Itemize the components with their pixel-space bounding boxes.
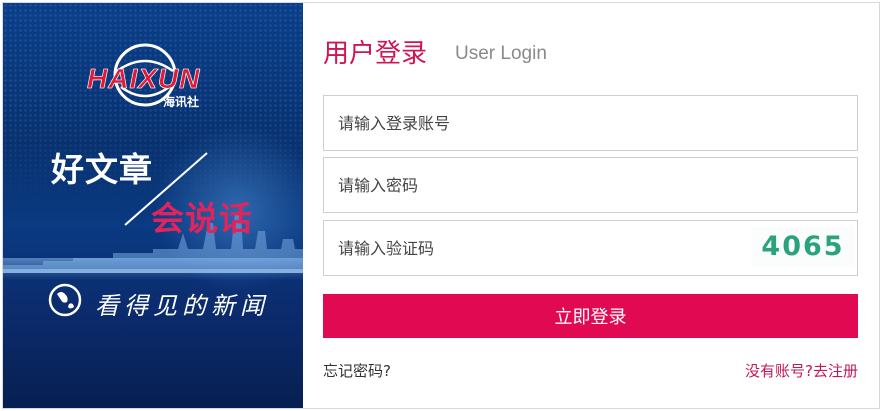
captcha-field[interactable]: 4065	[323, 220, 858, 276]
login-dialog: HAIXUN 海讯社 好文章 会说话 看得见的新闻 用户登录 User Logi…	[2, 2, 880, 409]
register-prompt-text: 没有账号?	[745, 362, 813, 380]
password-field[interactable]	[323, 157, 858, 213]
promo-banner: HAIXUN 海讯社 好文章 会说话 看得见的新闻	[3, 3, 303, 408]
login-subtitle: User Login	[455, 43, 547, 64]
login-button[interactable]: 立即登录	[323, 294, 858, 338]
haixun-logo: HAIXUN 海讯社	[85, 41, 225, 111]
login-title: 用户登录	[323, 39, 428, 69]
logo-subtitle: 海讯社	[163, 95, 200, 109]
logo-wordmark: HAIXUN	[87, 63, 201, 95]
register-link[interactable]: 去注册	[813, 362, 858, 380]
login-panel: 用户登录 User Login 4065 立即登录 忘记密码? 没有账号?去注册	[303, 3, 879, 408]
earth-icon	[48, 283, 82, 317]
banner-haze	[3, 258, 303, 280]
captcha-image[interactable]: 4065	[751, 227, 855, 267]
register-prompt: 没有账号?去注册	[745, 360, 858, 381]
banner-tagline: 看得见的新闻	[95, 292, 269, 320]
slogan-line-2: 会说话	[151, 199, 253, 238]
username-input[interactable]	[324, 96, 857, 150]
username-field[interactable]	[323, 95, 858, 151]
password-input[interactable]	[324, 158, 857, 212]
forgot-password-link[interactable]: 忘记密码?	[323, 360, 391, 381]
